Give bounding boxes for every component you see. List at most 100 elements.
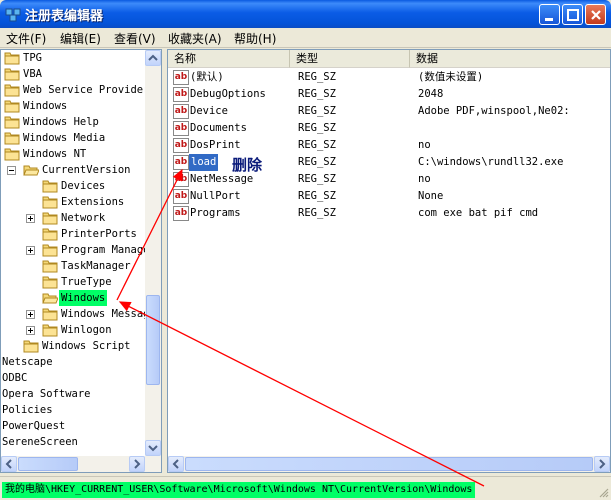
collapse-icon[interactable] [7,166,16,175]
registry-editor-window: 注册表编辑器 文件(F) 编辑(E) 查看(V) 收藏夹(A) 帮助(H) TP… [0,0,611,500]
folder-open-icon [23,163,40,177]
registry-tree[interactable]: TPG VBA Web Service Providers Windows Window… [0,49,162,473]
menu-file[interactable]: 文件(F) [6,30,46,47]
value-data: Adobe PDF,winspool,Ne02: [418,105,570,117]
close-button[interactable] [585,4,606,25]
tree-item-label: ODBC [2,372,28,384]
list-item[interactable]: ab DosPrint REG_SZ no [168,137,608,154]
value-data: com exe bat pif cmd [418,207,539,219]
tree-item-label: Policies [2,404,53,416]
menu-view[interactable]: 查看(V) [114,30,156,47]
tree-item-label: Program Manager [61,244,156,256]
status-bar: 我的电脑\HKEY_CURRENT_USER\Software\Microsof… [0,476,611,500]
folder-icon [42,227,58,241]
tree-item-label: Devices [61,180,106,192]
value-data: 2048 [418,88,444,100]
tree-item-label: Windows [59,290,108,306]
list-item[interactable]: ab Documents REG_SZ [168,120,608,137]
minimize-icon [545,18,553,21]
value-data: no [418,139,431,151]
tree-item-label: TrueType [61,276,112,288]
expand-icon[interactable] [26,214,35,223]
value-name: load [189,154,219,171]
list-item[interactable]: ab Device REG_SZ Adobe PDF,winspool,Ne02: [168,103,608,120]
tree-item-label: Extensions [61,196,125,208]
value-type: REG_SZ [298,71,336,83]
list-item[interactable]: ab NullPort REG_SZ None [168,188,608,205]
tree-item-label: VBA [23,68,42,80]
arrow-left-icon [5,459,12,469]
folder-icon [4,131,20,145]
title-bar[interactable]: 注册表编辑器 [0,0,611,28]
folder-open-icon [42,291,59,305]
tree-item-label: TaskManager [61,260,131,272]
resize-grip-icon[interactable] [597,486,609,498]
folder-icon [4,147,20,161]
expand-icon[interactable] [26,310,35,319]
tree-item-label: CurrentVersion [42,164,131,176]
tree-vertical-scrollbar[interactable] [145,50,161,456]
expand-icon[interactable] [26,326,35,335]
folder-icon [42,275,58,289]
maximize-button[interactable] [562,4,583,25]
registry-path: 我的电脑\HKEY_CURRENT_USER\Software\Microsof… [2,482,476,498]
list-hscroll-thumb[interactable] [185,457,593,471]
list-scroll-left-button[interactable] [168,456,184,472]
string-value-icon: ab [173,206,189,221]
arrow-up-icon [148,54,158,61]
value-type: REG_SZ [298,190,336,202]
value-type: REG_SZ [298,139,336,151]
value-type: REG_SZ [298,207,336,219]
column-header-name[interactable]: 名称 [168,50,290,68]
window-title: 注册表编辑器 [25,9,104,24]
list-scroll-right-button[interactable] [594,456,610,472]
tree-item-label: Winlogon [61,324,112,336]
list-horizontal-scrollbar[interactable] [168,456,610,472]
tree-item-label: Windows Media [23,132,106,144]
scroll-down-button[interactable] [145,440,161,456]
expand-icon[interactable] [26,246,35,255]
folder-icon [4,115,20,129]
folder-icon [42,195,58,209]
menu-bar: 文件(F) 编辑(E) 查看(V) 收藏夹(A) 帮助(H) [0,28,611,48]
tree-item-label: Network [61,212,106,224]
folder-icon [4,99,20,113]
tree-item-label: Opera Software [2,388,91,400]
tree-item-label: TPG [23,52,42,64]
tree-item-label: PrinterPorts [61,228,137,240]
column-header-data[interactable]: 数据 [410,50,610,68]
string-value-icon: ab [173,104,189,119]
tree-horizontal-scrollbar[interactable] [1,456,161,472]
menu-favorites[interactable]: 收藏夹(A) [168,30,222,47]
value-name: (默认) [190,71,224,83]
menu-edit[interactable]: 编辑(E) [60,30,101,47]
value-name: DosPrint [190,139,241,151]
tree-item-label: PowerQuest [2,420,66,432]
tree-scroll-thumb[interactable] [146,295,160,385]
scroll-left-button[interactable] [1,456,17,472]
menu-help[interactable]: 帮助(H) [234,30,276,47]
value-name: Programs [190,207,241,219]
scroll-up-button[interactable] [145,50,161,66]
tree-item-label: Windows [23,100,68,112]
arrow-right-icon [134,459,141,469]
list-item[interactable]: ab (默认) REG_SZ (数值未设置) [168,69,608,86]
arrow-down-icon [148,445,158,452]
value-type: REG_SZ [298,88,336,100]
column-header-type[interactable]: 类型 [290,50,410,68]
folder-icon [42,243,58,257]
list-item[interactable]: ab DebugOptions REG_SZ 2048 [168,86,608,103]
scroll-right-button[interactable] [129,456,145,472]
value-type: REG_SZ [298,173,336,185]
value-type: REG_SZ [298,122,336,134]
tree-hscroll-thumb[interactable] [18,457,78,471]
folder-icon [42,307,58,321]
string-value-icon: ab [173,189,189,204]
minimize-button[interactable] [539,4,560,25]
list-item[interactable]: ab Programs REG_SZ com exe bat pif cmd [168,205,608,222]
values-list[interactable]: 名称 类型 数据 ab (默认) REG_SZ (数值未设置) ab DebugOptio… [167,49,611,473]
value-name: Documents [190,122,247,134]
string-value-icon: ab [173,138,189,153]
value-name: Device [190,105,228,117]
regedit-icon [5,8,21,22]
